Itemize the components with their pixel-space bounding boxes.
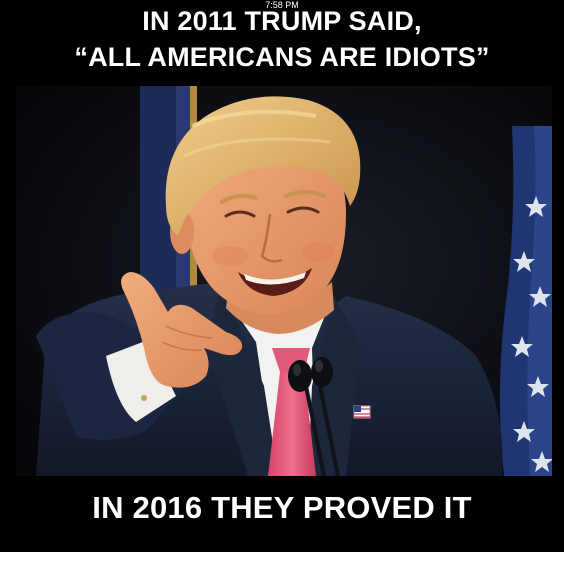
speaker-photo [16,86,552,476]
flag-pin [353,405,371,419]
caption-bottom-line: IN 2016 THEY PROVED IT [92,490,472,525]
cufflink [141,395,147,401]
meme-image: 7:58 PM IN 2011 TRUMP SAID, “ALL AMERICA… [0,0,564,552]
caption-top-line-2: “ALL AMERICANS ARE IDIOTS” [74,42,490,72]
bottom-white-strip [0,552,564,564]
caption-top-line-1: IN 2011 TRUMP SAID, [142,6,422,36]
